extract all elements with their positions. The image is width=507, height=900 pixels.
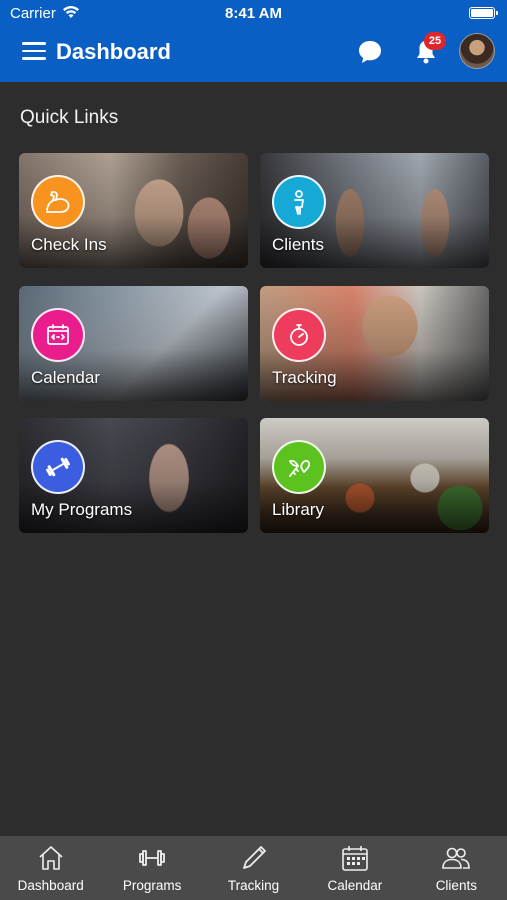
home-icon: [36, 844, 66, 872]
quick-links-heading: Quick Links: [20, 107, 119, 128]
quick-link-label: Check Ins: [31, 235, 107, 254]
tab-label: Clients: [435, 878, 477, 893]
avatar[interactable]: [459, 33, 495, 69]
battery-icon: [469, 7, 498, 19]
quick-link-tracking[interactable]: Tracking: [260, 286, 489, 401]
tab-label: Dashboard: [17, 878, 84, 893]
quick-link-library[interactable]: Library: [260, 418, 489, 533]
tab-calendar[interactable]: Calendar: [304, 836, 405, 900]
notification-badge: 25: [424, 32, 446, 50]
dumbbell-icon: [137, 844, 167, 872]
tab-clients[interactable]: Clients: [406, 836, 507, 900]
tab-label: Programs: [122, 878, 182, 893]
person-icon: [272, 175, 326, 229]
vegetables-icon: [272, 440, 326, 494]
quick-link-label: Calendar: [31, 368, 100, 387]
chat-icon[interactable]: [356, 38, 384, 66]
quick-link-label: My Programs: [31, 500, 133, 519]
quick-link-label: Tracking: [272, 368, 337, 387]
hamburger-menu-icon[interactable]: [22, 42, 46, 62]
dumbbell-icon: [31, 440, 85, 494]
status-time: 8:41 AM: [225, 5, 282, 22]
tab-label: Calendar: [327, 878, 383, 893]
app-header: Dashboard 25: [0, 30, 507, 76]
stopwatch-icon: [272, 308, 326, 362]
quick-link-label: Library: [272, 500, 324, 519]
tab-programs[interactable]: Programs: [101, 836, 202, 900]
quick-link-label: Clients: [272, 235, 324, 254]
flexed-arm-icon: [31, 175, 85, 229]
tab-label: Tracking: [227, 878, 280, 893]
people-icon: [441, 844, 471, 872]
quick-link-calendar[interactable]: Calendar: [19, 286, 248, 401]
pencil-icon: [239, 844, 269, 872]
bottom-tab-bar: Dashboard Programs Tracking Calendar Cli…: [0, 836, 507, 900]
quick-link-check-ins[interactable]: Check Ins: [19, 153, 248, 268]
top-bar: Carrier 8:41 AM Dashboard 25: [0, 0, 507, 82]
tab-tracking[interactable]: Tracking: [203, 836, 304, 900]
calendar-icon: [340, 844, 370, 872]
quick-link-my-programs[interactable]: My Programs: [19, 418, 248, 533]
calendar-icon: [31, 308, 85, 362]
status-bar: Carrier 8:41 AM: [0, 0, 507, 28]
page-title: Dashboard: [56, 39, 171, 64]
tab-dashboard[interactable]: Dashboard: [0, 836, 101, 900]
quick-link-clients[interactable]: Clients: [260, 153, 489, 268]
